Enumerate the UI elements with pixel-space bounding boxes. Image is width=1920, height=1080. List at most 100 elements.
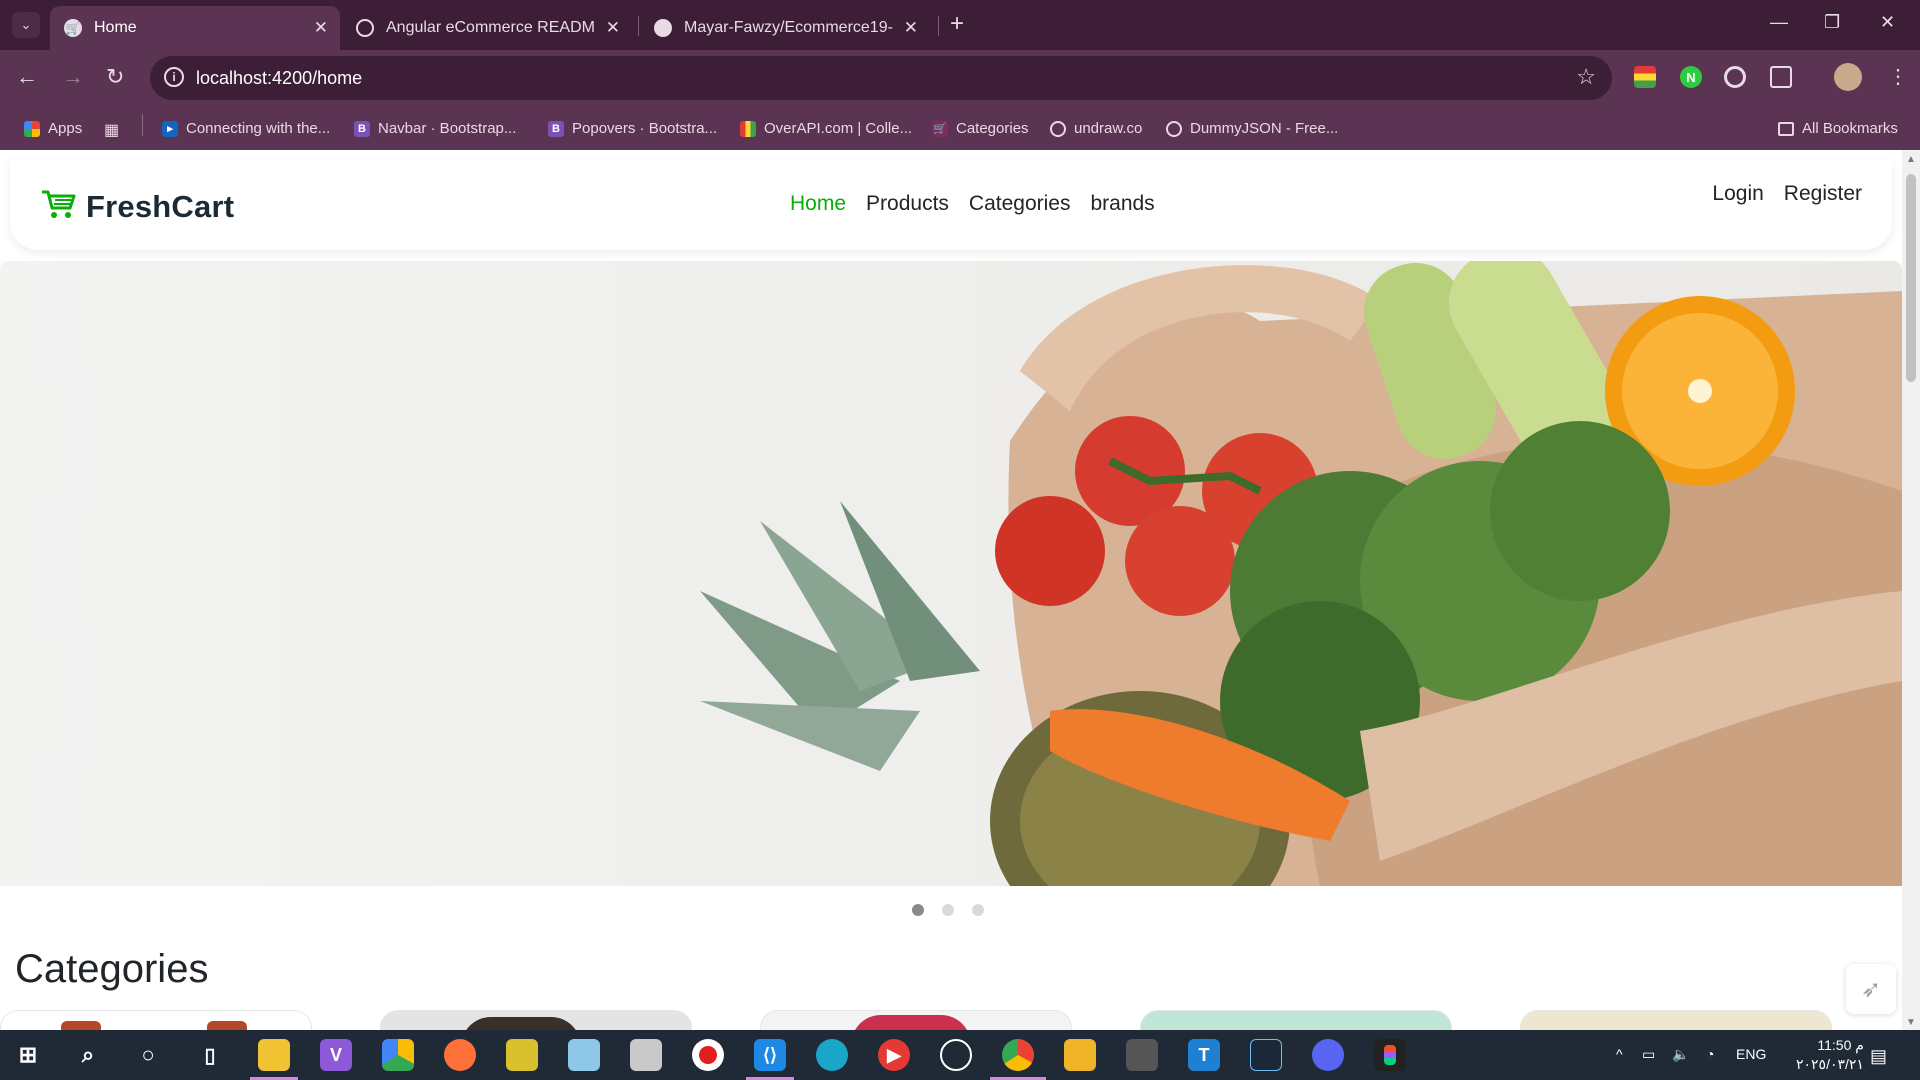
media-player-icon[interactable]: ▶ <box>878 1039 910 1071</box>
nav-products[interactable]: Products <box>866 192 949 216</box>
bookmark-star-icon[interactable]: ☆ <box>1576 64 1596 90</box>
chatgpt-favicon-icon <box>356 19 374 37</box>
category-card[interactable] <box>760 1010 1072 1030</box>
tray-chevron-icon[interactable]: ^ <box>1616 1046 1623 1062</box>
bootstrap-icon: B <box>354 120 370 137</box>
edge-icon[interactable] <box>816 1039 848 1071</box>
scroll-down-icon[interactable]: ▼ <box>1906 1017 1916 1028</box>
search-icon[interactable]: ⌕ <box>72 1039 104 1071</box>
scroll-top-rocket-button[interactable]: ➶ <box>1846 964 1896 1014</box>
bookmark-categories[interactable]: 🛒 Categories <box>932 120 1029 137</box>
slider-dot[interactable] <box>912 904 924 916</box>
game-icon[interactable] <box>1126 1039 1158 1071</box>
task-view-icon[interactable]: ▯ <box>194 1039 226 1071</box>
bookmark-navbar-bootstrap[interactable]: B Navbar · Bootstrap... <box>354 120 516 137</box>
scroll-up-icon[interactable]: ▲ <box>1906 154 1916 165</box>
clock-date: ٢٠٢٥/٠٣/٢١ <box>1796 1056 1864 1072</box>
tab-groups-icon[interactable]: ▦ <box>104 120 119 140</box>
nav-home[interactable]: Home <box>790 192 846 216</box>
language-indicator[interactable]: ENG <box>1736 1046 1766 1062</box>
apps-grid-icon <box>24 120 40 137</box>
nav-categories[interactable]: Categories <box>969 192 1071 216</box>
login-link[interactable]: Login <box>1712 182 1763 206</box>
nav-brands[interactable]: brands <box>1090 192 1154 216</box>
extension-icon[interactable] <box>1634 66 1656 88</box>
slider-dot[interactable] <box>942 904 954 916</box>
steam-icon[interactable] <box>1250 1039 1282 1071</box>
figma-icon[interactable] <box>1374 1039 1406 1071</box>
notifications-icon[interactable]: ▤ <box>1870 1046 1887 1067</box>
google-drive-icon[interactable] <box>382 1039 414 1071</box>
bookmark-label: Navbar · Bootstrap... <box>378 120 517 137</box>
restore-icon[interactable]: ❐ <box>1824 12 1840 33</box>
category-image <box>207 1021 247 1030</box>
close-icon[interactable]: ✕ <box>314 18 328 38</box>
start-icon[interactable]: ⊞ <box>12 1039 44 1071</box>
bookmark-dummyjson[interactable]: DummyJSON - Free... <box>1166 120 1338 137</box>
snipping-tool-icon[interactable] <box>506 1039 538 1071</box>
hero-slider[interactable] <box>0 261 1902 886</box>
category-card[interactable] <box>0 1010 312 1030</box>
brand-name: FreshCart <box>86 188 235 224</box>
record-icon[interactable] <box>692 1039 724 1071</box>
undraw-icon <box>1050 120 1066 137</box>
menu-kebab-icon[interactable]: ⋮ <box>1888 64 1908 89</box>
tab-github[interactable]: Mayar-Fawzy/Ecommerce19-Fre ✕ <box>640 6 930 50</box>
tab-readme[interactable]: Angular eCommerce README C ✕ <box>342 6 632 50</box>
tab-separator <box>638 16 639 36</box>
bookmark-label: OverAPI.com | Colle... <box>764 120 913 137</box>
category-card[interactable] <box>1520 1010 1832 1030</box>
slider-dot[interactable] <box>972 904 984 916</box>
chrome-icon[interactable] <box>1002 1039 1034 1071</box>
wifi-icon[interactable]: ◔ <box>1706 1046 1714 1062</box>
scrollbar-thumb[interactable] <box>1906 174 1916 382</box>
url-text[interactable]: localhost:4200/home <box>196 68 362 89</box>
close-icon[interactable]: ✕ <box>904 18 918 38</box>
bookmark-connecting[interactable]: ▸ Connecting with the... <box>162 120 330 137</box>
battery-icon[interactable]: ▭ <box>1642 1046 1655 1063</box>
back-icon[interactable]: ← <box>16 64 38 90</box>
all-bookmarks[interactable]: All Bookmarks <box>1778 120 1898 137</box>
category-image <box>461 1017 581 1030</box>
tab-home[interactable]: 🛒 Home ✕ <box>50 6 340 50</box>
firefox-icon[interactable] <box>444 1039 476 1071</box>
notes-icon[interactable] <box>568 1039 600 1071</box>
category-card[interactable] <box>1140 1010 1452 1030</box>
forward-icon[interactable]: → <box>62 64 84 90</box>
category-card[interactable] <box>380 1010 692 1030</box>
bookmark-apps[interactable]: Apps <box>24 120 82 137</box>
alarm-clock-icon[interactable] <box>940 1039 972 1071</box>
extensions-puzzle-icon[interactable] <box>1770 66 1792 88</box>
avatar[interactable] <box>1834 63 1862 91</box>
bookmark-popovers-bootstrap[interactable]: B Popovers · Bootstra... <box>548 120 717 137</box>
bookmark-undraw[interactable]: undraw.co <box>1050 120 1142 137</box>
tab-title: Mayar-Fawzy/Ecommerce19-Fre <box>684 19 894 36</box>
new-tab-button[interactable]: + <box>950 10 964 38</box>
settings-gear-icon[interactable] <box>1064 1039 1096 1071</box>
extension-n-icon[interactable]: N <box>1680 66 1702 88</box>
brand-logo[interactable]: FreshCart <box>40 188 234 225</box>
cart-logo-icon <box>40 188 78 225</box>
extension-target-icon[interactable] <box>1724 66 1746 88</box>
vscode-icon[interactable]: ⟨⟩ <box>754 1039 786 1071</box>
paint-icon[interactable] <box>630 1039 662 1071</box>
site-info-icon[interactable]: i <box>164 67 184 87</box>
discord-icon[interactable] <box>1312 1039 1344 1071</box>
reload-icon[interactable]: ↻ <box>106 64 124 90</box>
address-bar[interactable]: i localhost:4200/home ☆ <box>150 56 1612 100</box>
file-explorer-icon[interactable] <box>258 1039 290 1071</box>
visual-studio-icon[interactable]: V <box>320 1039 352 1071</box>
close-icon[interactable]: ✕ <box>606 18 620 38</box>
t-app-icon[interactable]: T <box>1188 1039 1220 1071</box>
bookmark-overapi[interactable]: OverAPI.com | Colle... <box>740 120 912 137</box>
cortana-icon[interactable]: ○ <box>132 1039 164 1071</box>
volume-icon[interactable]: 🔈 <box>1672 1046 1689 1063</box>
minimize-icon[interactable]: — <box>1770 12 1788 33</box>
register-link[interactable]: Register <box>1784 182 1862 206</box>
tab-search-button[interactable]: ⌄ <box>12 12 40 38</box>
window-close-icon[interactable]: ✕ <box>1880 12 1895 33</box>
video-icon: ▸ <box>162 120 178 137</box>
freshcart-favicon-icon: 🛒 <box>64 19 82 37</box>
system-clock[interactable]: 11:50 م ٢٠٢٥/٠٣/٢١ <box>1796 1036 1864 1074</box>
page-scrollbar[interactable]: ▲ ▼ <box>1902 150 1920 1030</box>
